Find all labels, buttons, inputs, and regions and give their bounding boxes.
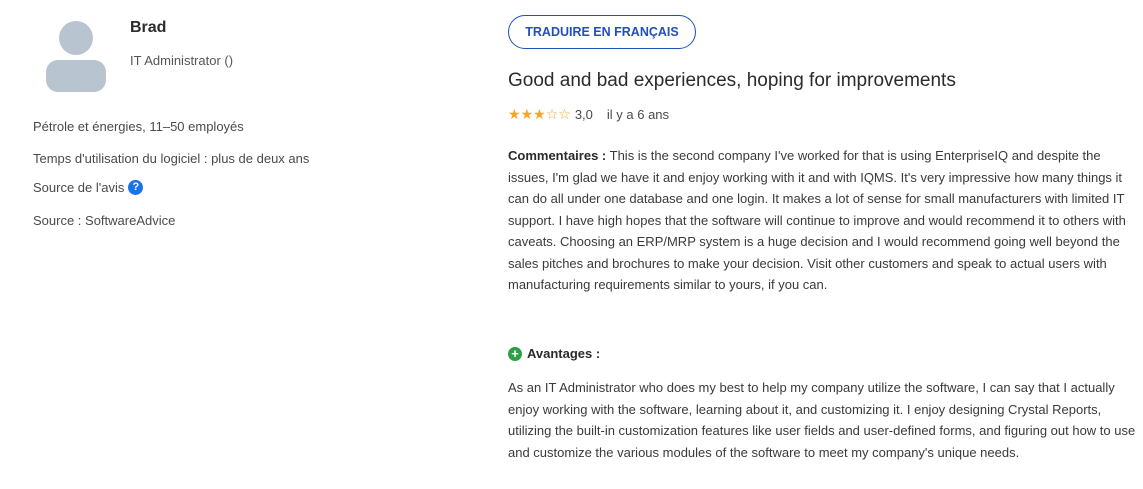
star-icon: ★ <box>533 106 546 122</box>
pros-label: Avantages : <box>527 346 601 361</box>
review-date: il y a 6 ans <box>606 107 670 122</box>
rating-value: 3,0 <box>574 107 593 122</box>
comments-label: Commentaires : <box>508 148 607 163</box>
avatar-head-icon <box>59 21 93 55</box>
review-source-label-row: Source de l'avis ? <box>33 180 144 195</box>
translate-button[interactable]: TRADUIRE EN FRANÇAIS <box>508 15 696 49</box>
review-source-label: Source de l'avis <box>33 180 125 195</box>
star-outline-icon: ☆ <box>545 106 559 122</box>
plus-circle-icon: + <box>508 346 522 361</box>
review-comments: Commentaires : This is the second compan… <box>508 145 1138 296</box>
reviewer-industry: Pétrole et énergies, 11–50 employés <box>33 119 244 134</box>
rating-row: ★ ★ ★ ☆ ☆ 3,0 il y a 6 ans <box>508 106 669 123</box>
question-circle-icon[interactable]: ? <box>128 180 144 195</box>
review-source: Source : SoftwareAdvice <box>33 213 176 228</box>
star-outline-icon: ☆ <box>558 106 571 122</box>
review-title: Good and bad experiences, hoping for imp… <box>508 70 956 91</box>
pros-text: As an IT Administrator who does my best … <box>508 380 1136 460</box>
star-icon: ★ <box>508 106 521 122</box>
star-rating: ★ ★ ★ ☆ ☆ <box>508 106 571 123</box>
reviewer-role: IT Administrator () <box>130 53 234 68</box>
comments-text: This is the second company I've worked f… <box>508 148 1126 292</box>
avatar <box>46 21 106 92</box>
star-icon: ★ <box>520 106 534 122</box>
pros-heading: + Avantages : <box>508 346 600 361</box>
software-usage-duration: Temps d'utilisation du logiciel : plus d… <box>33 151 310 166</box>
reviewer-name: Brad <box>130 19 167 36</box>
avatar-body-icon <box>46 60 106 92</box>
